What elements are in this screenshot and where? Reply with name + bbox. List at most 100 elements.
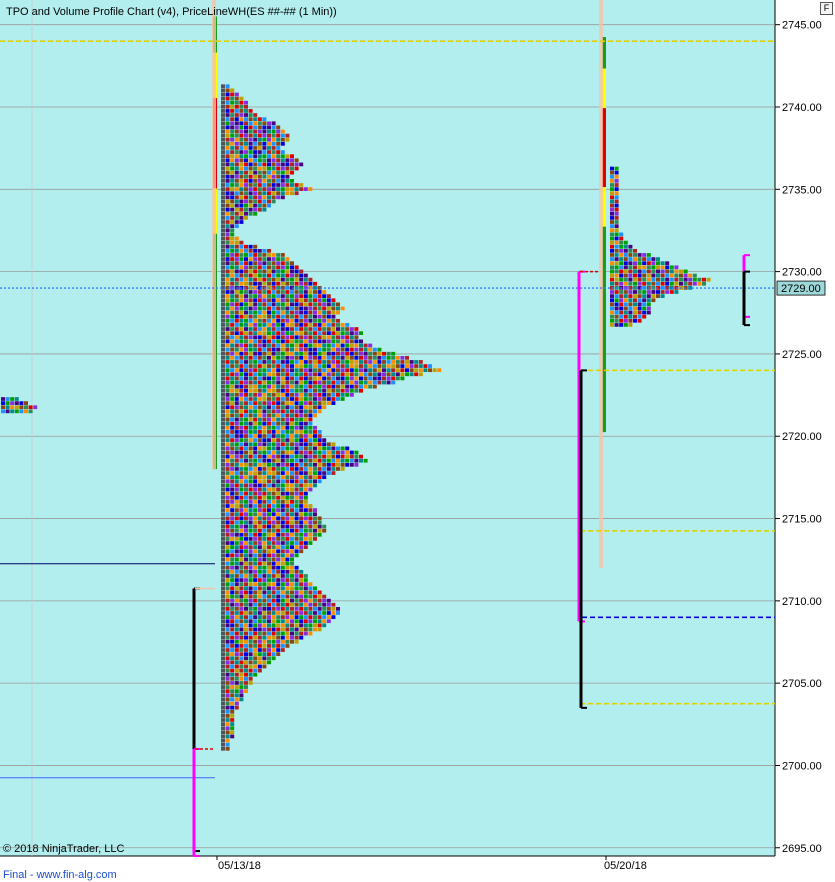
tpo-cell bbox=[313, 397, 317, 401]
tpo-cell bbox=[244, 561, 248, 566]
tpo-cell bbox=[225, 483, 230, 488]
tpo-cell bbox=[257, 532, 262, 537]
tpo-cell bbox=[248, 545, 253, 550]
tpo-cell bbox=[234, 113, 239, 117]
tpo-cell bbox=[345, 393, 350, 397]
tpo-cell bbox=[313, 405, 317, 410]
tpo-cell bbox=[354, 355, 359, 360]
tpo-cell bbox=[294, 413, 299, 418]
tpo-cell bbox=[276, 483, 281, 488]
tpo-cell bbox=[234, 150, 239, 154]
tpo-cell bbox=[244, 631, 248, 636]
tpo-cell bbox=[345, 347, 350, 352]
tpo-cell bbox=[267, 430, 271, 434]
tpo-cell bbox=[221, 360, 225, 364]
tpo-cell bbox=[610, 224, 614, 229]
tpo-cell bbox=[280, 454, 285, 459]
tpo-cell bbox=[349, 458, 354, 463]
tpo-cell bbox=[239, 96, 244, 101]
tpo-cell bbox=[267, 434, 271, 438]
tpo-cell bbox=[290, 561, 294, 566]
tpo-cell bbox=[239, 187, 244, 191]
tpo-cell bbox=[253, 483, 258, 488]
tpo-cell bbox=[326, 310, 331, 315]
tpo-cell bbox=[299, 508, 304, 512]
tpo-cell bbox=[5, 401, 10, 405]
tpo-cell bbox=[271, 150, 276, 154]
tpo-cell bbox=[267, 253, 271, 257]
tpo-cell bbox=[248, 129, 253, 134]
tpo-cell bbox=[24, 401, 28, 405]
tpo-cell bbox=[303, 335, 308, 340]
tpo-cell bbox=[267, 458, 271, 463]
tpo-cell bbox=[317, 442, 322, 447]
tpo-cell bbox=[313, 479, 317, 484]
tpo-cell bbox=[221, 199, 225, 204]
tpo-cell bbox=[225, 281, 230, 286]
tpo-cell bbox=[267, 623, 271, 628]
tpo-cell bbox=[253, 294, 258, 298]
tpo-cell bbox=[244, 121, 248, 126]
tpo-cell bbox=[244, 244, 248, 249]
tpo-cell bbox=[225, 331, 230, 336]
tpo-cell bbox=[225, 602, 230, 607]
tpo-cell bbox=[221, 693, 225, 698]
tpo-cell bbox=[257, 129, 262, 134]
tpo-cell bbox=[262, 174, 267, 179]
tpo-cell bbox=[271, 351, 276, 356]
tpo-cell bbox=[239, 327, 244, 331]
tpo-cell bbox=[276, 442, 281, 447]
tpo-cell bbox=[317, 360, 322, 364]
tpo-cell bbox=[221, 705, 225, 710]
copyright-text: © 2018 NinjaTrader, LLC bbox=[3, 843, 125, 855]
tpo-cell bbox=[225, 512, 230, 517]
tpo-cell bbox=[248, 430, 253, 434]
tpo-cell bbox=[230, 376, 235, 381]
tpo-cell bbox=[303, 294, 308, 298]
tpo-cell bbox=[303, 277, 308, 282]
tpo-cell bbox=[280, 537, 285, 541]
tpo-cell bbox=[271, 479, 276, 484]
tpo-cell bbox=[290, 372, 294, 377]
footer-link[interactable]: Final - www.fin-alg.com bbox=[3, 869, 117, 881]
tpo-cell bbox=[610, 302, 614, 307]
tpo-cell bbox=[299, 388, 304, 393]
tpo-cell bbox=[610, 187, 614, 191]
tpo-cell bbox=[271, 454, 276, 459]
tpo-cell bbox=[614, 170, 619, 175]
tpo-cell bbox=[230, 516, 235, 521]
tpo-cell bbox=[230, 532, 235, 537]
tpo-cell bbox=[303, 512, 308, 517]
tpo-cell bbox=[239, 532, 244, 537]
tpo-cell bbox=[267, 504, 271, 508]
tpo-cell bbox=[239, 298, 244, 303]
tpo-cell bbox=[271, 491, 276, 496]
tpo-cell bbox=[299, 454, 304, 459]
chart-options-button[interactable]: F bbox=[820, 2, 833, 15]
tpo-cell bbox=[262, 615, 267, 619]
tpo-cell bbox=[276, 253, 281, 257]
tpo-cell bbox=[239, 668, 244, 673]
tpo-cell bbox=[299, 273, 304, 278]
tpo-cell bbox=[317, 298, 322, 303]
tpo-cell bbox=[239, 248, 244, 253]
tpo-cell bbox=[313, 627, 317, 632]
tpo-cell bbox=[697, 281, 702, 286]
tpo-cell bbox=[253, 306, 258, 311]
tpo-cell bbox=[225, 314, 230, 319]
tpo-cell bbox=[262, 273, 267, 278]
tpo-cell bbox=[308, 401, 313, 405]
tpo-cell bbox=[285, 458, 290, 463]
tpo-cell bbox=[280, 355, 285, 360]
tpo-cell bbox=[230, 162, 235, 167]
tpo-cell bbox=[253, 141, 258, 146]
tpo-cell bbox=[331, 331, 336, 336]
tpo-cell bbox=[257, 602, 262, 607]
tpo-cell bbox=[225, 528, 230, 533]
tpo-cell bbox=[239, 199, 244, 204]
tpo-cell bbox=[244, 384, 248, 389]
tpo-cell bbox=[308, 450, 313, 455]
tpo-cell bbox=[257, 598, 262, 603]
tpo-cell bbox=[623, 248, 628, 253]
tpo-cell bbox=[267, 281, 271, 286]
